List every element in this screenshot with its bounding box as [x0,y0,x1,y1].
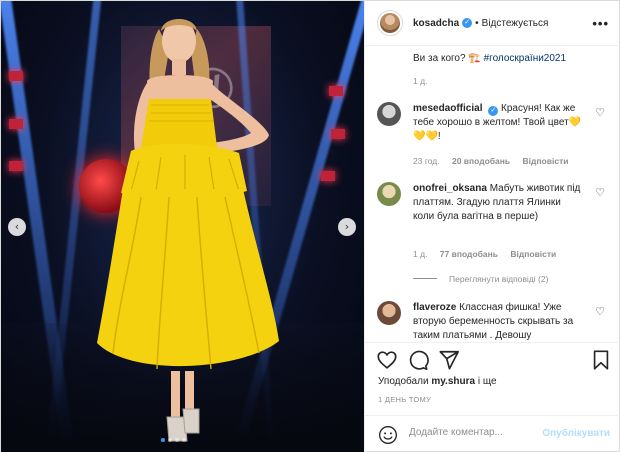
add-comment-bar: Опублікувати [365,415,620,452]
reply-button[interactable]: Відповісти [523,156,569,166]
carousel-dot [182,438,186,442]
more-icon[interactable]: ••• [592,16,609,31]
comment-body: onofrei_oksana Мабуть животик під плаття… [413,182,583,224]
comment-age: 23 год. [413,156,440,166]
comment-age: 1 д. [413,249,428,259]
previous-photo-button[interactable]: ‹ [8,218,26,236]
post-comment-button[interactable]: Опублікувати [542,428,610,439]
comment-body: mesedaofficial ✓ Красуня! Как же тебе хо… [413,102,583,144]
share-icon[interactable] [438,349,460,371]
view-replies-button[interactable]: Переглянути відповіді (2) [413,274,548,284]
like-comment-heart-icon[interactable]: ♡ [595,106,605,119]
caption-text: Ви за кого? 🏗️ [413,53,484,64]
caption-age: 1 д. [413,76,428,86]
post-caption: Ви за кого? 🏗️ #голоскраїни2021 1 д. [365,46,620,88]
post-photo[interactable]: Ⓥ [1,1,364,452]
verified-icon: ✓ [488,106,499,116]
carousel-dot [161,438,165,442]
like-comment-heart-icon[interactable]: ♡ [595,186,605,199]
smiley-icon[interactable] [378,425,398,445]
comment-likes[interactable]: 20 вподобань [452,156,510,166]
liker-username[interactable]: my.shura [431,376,475,387]
view-replies-label: Переглянути відповіді (2) [449,274,549,284]
comment-body: flaveroze Классная фишка! Уже вторую бер… [413,301,583,342]
commenter-username[interactable]: mesedaofficial [413,103,482,114]
post-header: kosadcha ✓ • Відстежується ••• [365,1,620,46]
reply-button[interactable]: Відповісти [510,249,556,259]
carousel-dot [175,438,179,442]
likes-suffix[interactable]: і ще [478,376,497,387]
likes-summary: Уподобали my.shura і ще [378,376,497,387]
woman-in-yellow-dress [97,19,279,442]
commenter-avatar[interactable] [377,102,401,126]
heart-icon[interactable] [376,349,398,371]
comment-icon[interactable] [407,349,429,371]
replies-line [413,278,437,279]
comment-meta: 23 год. 20 вподобань Відповісти [413,156,578,166]
carousel-dot [168,438,172,442]
author-avatar[interactable] [377,10,403,36]
bookmark-icon[interactable] [590,349,612,371]
post-timestamp: 1 ДЕНЬ ТОМУ [378,395,432,404]
verified-icon: ✓ [462,18,473,28]
caption-hashtag[interactable]: #голоскраїни2021 [484,53,566,64]
next-photo-button[interactable]: › [338,218,356,236]
following-button[interactable]: Відстежується [482,18,549,29]
instagram-post-modal: Ⓥ [0,0,620,452]
post-actions [365,342,620,374]
comments-list[interactable]: Ви за кого? 🏗️ #голоскраїни2021 1 д. mes… [365,46,620,342]
carousel-indicator [161,438,186,442]
comment-likes[interactable]: 77 вподобань [440,249,498,259]
likes-prefix: Уподобали [378,376,429,387]
post-side-panel: kosadcha ✓ • Відстежується ••• Ви за ког… [364,1,620,452]
comment-meta: 1 д. 77 вподобань Відповісти [413,249,566,259]
like-comment-heart-icon[interactable]: ♡ [595,305,605,318]
commenter-avatar[interactable] [377,182,401,206]
header-separator: • [475,17,479,29]
commenter-username[interactable]: onofrei_oksana [413,183,487,194]
commenter-avatar[interactable] [377,301,401,325]
comment-input[interactable] [409,427,549,438]
author-username[interactable]: kosadcha [413,18,459,29]
commenter-username[interactable]: flaveroze [413,302,456,313]
